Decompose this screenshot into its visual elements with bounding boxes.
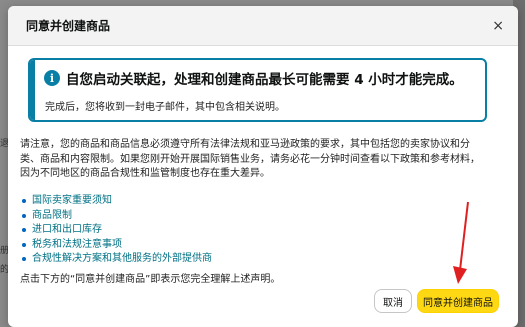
alert-title: 自您启动关联起，处理和创建商品最长可能需要 4 小时才能完成。 — [66, 72, 463, 88]
list-item: 进口和出口库存 — [20, 223, 212, 238]
bullet-icon — [22, 199, 26, 204]
create-listing-dialog: 同意并创建商品 × i 自您启动关联起，处理和创建商品最长可能需要 4 小时才能… — [8, 6, 518, 327]
link-seller-notice[interactable]: 国际卖家重要须知 — [32, 194, 112, 209]
policy-links-list: 国际卖家重要须知 商品限制 进口和出口库存 税务和法规注意事项 合规性解决方案和… — [20, 194, 212, 267]
info-icon: i — [44, 70, 60, 86]
notice-line: 类、商品和内容限制。如果您刚开始开展国际销售业务，请务必花一分钟时间查看以下政策… — [20, 153, 480, 165]
agree-and-create-button[interactable]: 同意并创建商品 — [417, 289, 499, 313]
list-item: 税务和法规注意事项 — [20, 238, 212, 253]
list-item: 商品限制 — [20, 209, 212, 224]
close-icon[interactable]: × — [492, 19, 504, 33]
consent-statement: 点击下方的“同意并创建商品”即表示您完全理解上述声明。 — [20, 274, 281, 285]
bullet-icon — [22, 257, 26, 262]
dialog-header: 同意并创建商品 × — [8, 6, 518, 46]
list-item: 合规性解决方案和其他服务的外部提供商 — [20, 252, 212, 267]
alert-subtitle: 完成后，您将收到一封电子邮件，其中包含相关说明。 — [45, 102, 285, 113]
link-import-export[interactable]: 进口和出口库存 — [32, 223, 102, 238]
link-product-restrictions[interactable]: 商品限制 — [32, 209, 72, 224]
bullet-icon — [22, 213, 26, 218]
red-arrow-annotation — [453, 201, 469, 284]
list-item: 国际卖家重要须知 — [20, 194, 212, 209]
bullet-icon — [22, 228, 26, 233]
notice-line: 请注意，您的商品和商品信息必须遵守所有法律法规和亚马逊政策的要求，其中包括您的卖… — [20, 139, 470, 150]
link-tax-regulations[interactable]: 税务和法规注意事项 — [32, 238, 122, 253]
cancel-button[interactable]: 取消 — [374, 289, 412, 313]
bullet-icon — [22, 242, 26, 247]
notice-line: 因为不同地区的商品合规性和监管制度也存在重大差异。 — [20, 168, 270, 179]
info-alert: i 自您启动关联起，处理和创建商品最长可能需要 4 小时才能完成。 完成后，您将… — [28, 58, 487, 122]
link-compliance-providers[interactable]: 合规性解决方案和其他服务的外部提供商 — [32, 252, 212, 267]
alert-accent-bar — [30, 60, 35, 120]
policy-notice: 请注意，您的商品和商品信息必须遵守所有法律法规和亚马逊政策的要求，其中包括您的卖… — [20, 138, 498, 182]
dialog-title: 同意并创建商品 — [26, 19, 111, 33]
